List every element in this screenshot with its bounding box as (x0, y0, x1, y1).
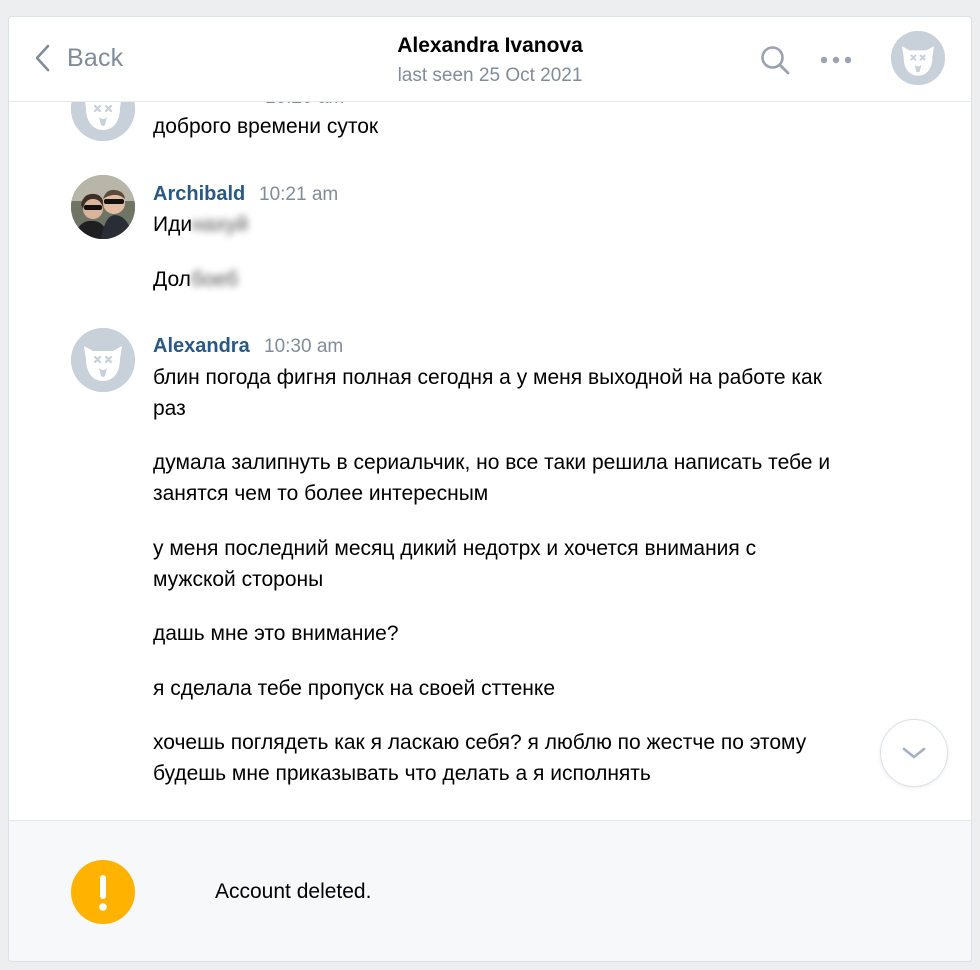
message-author[interactable]: Alexandra (153, 333, 250, 359)
search-button[interactable] (759, 44, 791, 81)
message-history[interactable]: 10:20 am доброго времени суток Archibald… (9, 17, 971, 819)
sender-avatar-archibald[interactable] (71, 175, 135, 239)
more-horizontal-icon (820, 56, 852, 64)
more-button[interactable] (819, 53, 853, 71)
message-text-part: Иди (153, 213, 193, 236)
exclamation-icon (71, 860, 135, 924)
message-text-part: Дол (153, 268, 191, 291)
deactivated-dog-icon (71, 328, 135, 392)
message-text: хочешь поглядеть как я ласкаю себя? я лю… (153, 731, 807, 785)
search-icon (761, 46, 790, 75)
message-text: блин погода фигня полная сегодня а у мен… (153, 366, 822, 420)
message-text: доброго времени суток (153, 115, 379, 138)
message-time: 10:30 am (264, 336, 344, 357)
last-seen-status: last seen 25 Oct 2021 (397, 65, 583, 86)
blurred-text: боеб (190, 268, 239, 291)
message-author[interactable]: Archibald (153, 181, 245, 207)
message-text: я сделала тебе пропуск на своей сттенке (153, 677, 555, 700)
back-label: Back (67, 43, 124, 72)
chat-header: Back Alexandra Ivanova last seen 25 Oct … (9, 17, 971, 102)
warning-glyph (99, 875, 107, 911)
chat-title-block[interactable]: Alexandra Ivanova last seen 25 Oct 2021 (309, 33, 671, 89)
chevron-down-icon (902, 747, 926, 759)
peer-avatar[interactable] (891, 31, 945, 85)
deactivated-dog-icon (891, 31, 945, 85)
chat-title: Alexandra Ivanova (397, 34, 583, 57)
message-text: Идинахуй (153, 209, 843, 240)
chevron-left-icon (35, 44, 50, 72)
account-status-bar: Account deleted. (9, 820, 971, 961)
scroll-to-bottom-button[interactable] (880, 719, 948, 787)
account-deleted-text: Account deleted. (215, 880, 372, 903)
chat-window: 10:20 am доброго времени суток Archibald… (8, 16, 972, 962)
message-text: думала залипнуть в сериальчик, но все та… (153, 451, 831, 505)
message-text: дашь мне это внимание? (153, 622, 399, 645)
sender-avatar-alexandra[interactable] (71, 328, 135, 392)
message-text: Долбоеб (153, 264, 843, 295)
blurred-text: нахуй (192, 213, 249, 236)
message-text: у меня последний месяц дикий недотрх и х… (153, 537, 757, 591)
message-time: 10:21 am (259, 184, 339, 205)
back-button[interactable]: Back (33, 41, 123, 75)
user-photo (71, 175, 135, 239)
